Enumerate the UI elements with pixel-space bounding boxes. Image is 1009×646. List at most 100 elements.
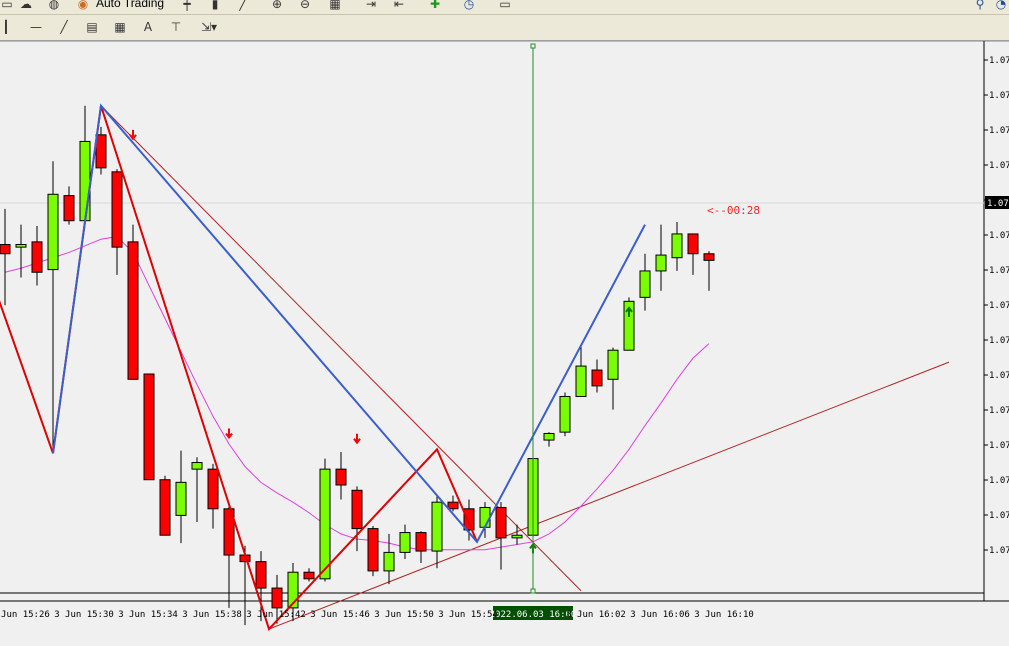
zoom-out-icon[interactable]: ⊖ <box>296 0 314 11</box>
price-tick-label: 1.072 <box>989 266 1009 276</box>
candle-body <box>511 534 523 539</box>
cursor-time-label: 2022.06.03 16:00 <box>490 610 577 620</box>
candle-body <box>639 270 651 298</box>
chart-window[interactable]: 2022.06.03 16:00 1.074 1.073 1.073 1.073 1.0… <box>0 40 1009 642</box>
scroll-chart-icon[interactable]: ⇥ <box>362 0 380 11</box>
candle-body <box>447 501 459 510</box>
candle-body <box>607 349 619 380</box>
shapes-icon[interactable]: ⇲▾ <box>194 19 224 35</box>
candle-body <box>431 501 443 552</box>
fibonacci-icon[interactable]: ▦ <box>110 19 130 35</box>
candle-body <box>95 134 107 169</box>
candle-body <box>543 432 555 441</box>
time-tick-label: 3 Jun 16:10 <box>694 610 754 620</box>
indicators-icon[interactable]: ✚ <box>424 0 446 11</box>
horizontal-line-icon[interactable]: — <box>26 19 46 35</box>
bar-chart-icon[interactable]: ┿ <box>178 0 196 11</box>
price-tick-label: 1.073 <box>989 91 1009 101</box>
time-tick-label: 3 Jun 15:26 <box>0 610 50 620</box>
candle-body <box>15 244 27 248</box>
candle-body <box>559 395 571 433</box>
candle-body <box>47 193 59 271</box>
time-tick-label: 3 Jun 15:34 <box>118 610 178 620</box>
candle-body <box>255 561 267 589</box>
price-tick-label: 1.070 <box>989 546 1009 556</box>
price-tick-label: 1.072 <box>989 231 1009 241</box>
zoom-in-icon[interactable]: ⊕ <box>268 0 286 11</box>
line-chart-icon[interactable]: ╱ <box>234 0 252 11</box>
countdown-label: <--00:28 <box>707 204 760 217</box>
candle-body <box>383 551 395 572</box>
time-tick-label: 3 Jun 15:30 <box>54 610 114 620</box>
autotrading-icon[interactable]: ◉ <box>74 0 92 11</box>
candle-body <box>671 233 683 259</box>
drawing-toolbar: ┃ — ╱ ▤ ▦ A ⊤ ⇲▾ <box>0 15 1009 41</box>
candle-body <box>399 532 411 553</box>
account-icon[interactable]: ◔ <box>994 0 1008 11</box>
candle-body <box>175 481 187 516</box>
current-price-label: 1.072 <box>987 199 1009 209</box>
candle-body <box>495 506 507 539</box>
price-tick-label: 1.073 <box>989 161 1009 171</box>
candle-body <box>319 468 331 580</box>
candle-body <box>0 244 11 255</box>
search-icon[interactable]: ⚲ <box>972 0 988 11</box>
time-tick-label: 3 Jun 15:42 <box>246 610 306 620</box>
toolbar-icon-1[interactable]: ▭ <box>0 0 14 11</box>
candle-body <box>111 171 123 248</box>
signal-icon[interactable]: ◍ <box>46 0 62 11</box>
crosshair-handle-top[interactable] <box>530 43 536 49</box>
candle-body <box>687 233 699 255</box>
candle-body <box>159 479 171 536</box>
candle-body <box>479 506 491 528</box>
candle-body <box>575 365 587 397</box>
candle-body <box>63 195 75 222</box>
candle-body <box>79 140 91 222</box>
text-label-icon[interactable]: ⊤ <box>166 19 186 35</box>
cloud-icon[interactable]: ☁ <box>18 0 34 11</box>
time-tick-label: 3 Jun 16:06 <box>630 610 690 620</box>
candle-body <box>191 462 203 470</box>
toolbar-grip: ┃ <box>2 20 10 34</box>
price-tick-label: 1.071 <box>989 406 1009 416</box>
candle-body <box>463 508 475 531</box>
candle-body <box>127 241 139 380</box>
chart-shift-icon[interactable]: ⇤ <box>390 0 408 11</box>
candle-body <box>415 532 427 552</box>
time-tick-label: 3 Jun 15:38 <box>182 610 242 620</box>
crosshair-handle-bottom[interactable] <box>530 588 536 594</box>
candle-body <box>703 253 715 261</box>
candle-chart-icon[interactable]: ▮ <box>206 0 224 11</box>
candle-body <box>303 571 315 580</box>
trendline-icon[interactable]: ╱ <box>54 19 74 35</box>
tile-windows-icon[interactable]: ▦ <box>326 0 344 11</box>
text-icon[interactable]: A <box>138 19 158 35</box>
candle-body <box>351 489 363 530</box>
price-chart[interactable]: 2022.06.03 16:00 1.074 1.073 1.073 1.073 1.0… <box>0 40 1009 642</box>
price-tick-label: 1.071 <box>989 371 1009 381</box>
channel-icon[interactable]: ▤ <box>82 19 102 35</box>
price-tick-label: 1.073 <box>989 126 1009 136</box>
price-tick-label: 1.070 <box>989 476 1009 486</box>
price-tick-label: 1.070 <box>989 511 1009 521</box>
periods-icon[interactable]: ◷ <box>458 0 480 11</box>
candle-body <box>207 468 219 510</box>
autotrading-label[interactable]: Auto Trading <box>96 0 164 10</box>
candle-body <box>31 241 43 273</box>
candle-body <box>591 369 603 387</box>
price-tick-label: 1.074 <box>989 56 1009 66</box>
price-tick-label: 1.072 <box>989 301 1009 311</box>
candle-body <box>367 528 379 572</box>
time-tick-label: 3 Jun 16:02 <box>566 610 626 620</box>
time-tick-label: 3 Jun 15:54 <box>438 610 498 620</box>
time-tick-label: 3 Jun 15:46 <box>310 610 370 620</box>
candle-body <box>335 468 347 486</box>
top-toolbar: ▭ ☁ ◍ ◉ Auto Trading ┿ ▮ ╱ ⊕ ⊖ ▦ ⇥ ⇤ ✚ ◷… <box>0 0 1009 15</box>
candle-body <box>143 373 155 481</box>
candle-body <box>655 254 667 272</box>
time-tick-label: 3 Jun 15:50 <box>374 610 434 620</box>
templates-icon[interactable]: ▭ <box>494 0 516 11</box>
candle-body <box>271 587 283 609</box>
price-tick-label: 1.071 <box>989 336 1009 346</box>
price-tick-label: 1.071 <box>989 441 1009 451</box>
